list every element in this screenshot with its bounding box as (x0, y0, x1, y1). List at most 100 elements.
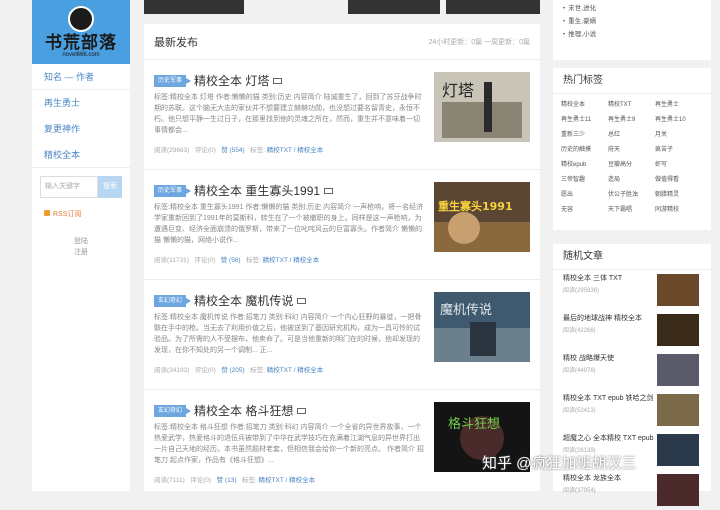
search-form: 输入关键字 搜索 (40, 176, 122, 198)
like-button[interactable]: 赞 (205) (221, 367, 244, 374)
random-post-title[interactable]: 精校全本 龙族全本 (563, 474, 659, 483)
random-post-title[interactable]: 精校全本 TXT epub 铁哈之剑 (563, 394, 659, 403)
post-title[interactable]: 精校全本 格斗狂想 (194, 402, 293, 419)
post-title[interactable]: 精校全本 灯塔 (194, 72, 269, 89)
tag-link[interactable]: 再生勇士11 (561, 113, 607, 128)
tag-link[interactable]: 总红 (608, 128, 654, 143)
random-post-thumbnail[interactable] (657, 314, 699, 346)
post-item: 历史军事 精校全本 灯塔 标签:精校全本 灯塔 作者:懒懒的猫 类别:历史 内容简… (144, 60, 540, 170)
like-button[interactable]: 赞 (56) (221, 257, 241, 264)
tag-link[interactable]: 天下霸唱 (608, 203, 654, 218)
image-icon (297, 407, 307, 414)
view-count: 阅读(34193) (154, 367, 190, 374)
random-post-thumbnail[interactable] (657, 354, 699, 386)
post-item: 历史军事 精校全本 重生寡头1991 标签:精校全本 重生寡头1991 作者:懒懒… (144, 170, 540, 280)
comment-count[interactable]: 评论(0) (195, 147, 216, 154)
post-title[interactable]: 精校全本 重生寡头1991 (194, 182, 320, 199)
random-post-thumbnail[interactable] (657, 394, 699, 426)
tag-link[interactable]: 同游精校 (655, 203, 701, 218)
random-post-thumbnail[interactable] (657, 274, 699, 306)
tag-link[interactable]: 愿出 (561, 188, 607, 203)
search-button[interactable]: 搜索 (98, 176, 122, 198)
watermark: 知乎 @疯狂加班胡汉三 (482, 455, 637, 472)
tag-link[interactable]: 伏公子胜浊 (608, 188, 654, 203)
post-item: 玄幻奇幻 精校全本 格斗狂想 标签:精校全本 格斗狂想 作者:招笔刀 类别:科幻 … (144, 390, 540, 500)
random-post-item[interactable]: 精校全本 TXT epub 铁哈之剑 阅读(52413) (553, 390, 711, 430)
post-excerpt: 标签:精校全本 魔机传说 作者:招笔刀 类别:科幻 内容简介 一个内心狂野的暴徒… (154, 314, 422, 354)
post-tags[interactable]: 精校TXT / 精校全本 (267, 147, 324, 154)
rss-icon (44, 210, 50, 216)
tag-link[interactable]: 府天 (608, 143, 654, 158)
image-icon (273, 77, 283, 84)
tag-link[interactable]: 虾写 (655, 158, 701, 173)
tag-link[interactable]: 精校全本 (561, 98, 607, 113)
random-post-thumbnail[interactable] (657, 474, 699, 506)
tag-link[interactable]: 造局 (608, 173, 654, 188)
image-icon (324, 187, 334, 194)
sidebar-item-author[interactable]: 知名 — 作者 (32, 64, 130, 90)
auth-links: 登陆 注册 (32, 236, 130, 258)
post-tags[interactable]: 精校TXT / 精校全本 (259, 477, 316, 484)
panel-title: 最新发布 (154, 36, 198, 49)
site-logo[interactable]: 书荒部落 novel666.com (32, 0, 130, 64)
sidebar-item-zaisheng[interactable]: 再生勇士 (32, 90, 130, 116)
post-item: 玄幻奇幻 精校全本 魔机传说 标签:精校全本 魔机传说 作者:招笔刀 类别:科幻 … (144, 280, 540, 390)
tag-link[interactable]: 再生勇士 (655, 98, 701, 113)
random-post-item[interactable]: 精校 战略爆天使 阅读(44976) (553, 350, 711, 390)
post-meta: 阅读(7111) 评论(0) 赞 (13) 标签: 精校TXT / 精校全本 (154, 474, 315, 484)
tag-link[interactable]: 月关 (655, 128, 701, 143)
category-badge[interactable]: 历史军事 (154, 184, 192, 197)
random-post-item[interactable]: 精校全本 三体 TXT 阅读(295936) (553, 270, 711, 310)
search-input[interactable]: 输入关键字 (40, 176, 98, 198)
view-count: 阅读(11731) (154, 257, 189, 264)
list-item[interactable]: 末世,进化 (553, 2, 711, 15)
login-link[interactable]: 登陆 (32, 236, 130, 247)
post-thumbnail[interactable]: 魔机传说 (434, 292, 530, 362)
list-item[interactable]: 重生,豪婿 (553, 15, 711, 28)
random-post-title[interactable]: 精校 战略爆天使 (563, 354, 659, 363)
tag-link[interactable]: 再生勇士10 (655, 113, 701, 128)
update-stats: 24小时更新：0篇 一周更新：0篇 (428, 38, 530, 46)
tag-link[interactable]: 重新三少 (561, 128, 607, 143)
tag-link[interactable]: 历史的触摸 (561, 143, 607, 158)
like-button[interactable]: 赞 (13) (217, 477, 237, 484)
tag-link[interactable]: 豆瓣高分 (608, 158, 654, 173)
comment-count[interactable]: 评论(0) (190, 477, 211, 484)
random-post-thumbnail[interactable] (657, 434, 699, 466)
register-link[interactable]: 注册 (32, 247, 130, 258)
post-tags[interactable]: 精校TXT / 精校全本 (267, 367, 324, 374)
sidebar-item-jingxiao[interactable]: 精校全本 (32, 142, 130, 168)
tag-link[interactable]: 再生勇士9 (608, 113, 654, 128)
like-button[interactable]: 赞 (554) (221, 147, 244, 154)
random-post-title[interactable]: 超魔之心 全本精校 TXT epub (563, 434, 659, 443)
tag-link[interactable]: 三帝智趣 (561, 173, 607, 188)
view-count: 阅读(7111) (154, 477, 185, 484)
hot-tags-panel: 热门标签 精校全本 精校TXT 再生勇士 再生勇士11 再生勇士9 再生勇士10 重新三少总… (553, 68, 711, 230)
post-thumbnail[interactable]: 重生寡头1991 (434, 182, 530, 252)
post-meta: 阅读(11731) 评论(0) 赞 (56) 标签: 精校TXT / 精校全本 (154, 254, 319, 264)
random-post-title[interactable]: 最后的地球战神 精校全本 (563, 314, 659, 323)
tag-link[interactable]: 精校TXT (608, 98, 654, 113)
logo-sub: novel666.com (62, 52, 100, 58)
tag-link[interactable]: 精校epub (561, 158, 607, 173)
rss-label: RSS订阅 (53, 211, 82, 218)
rss-link[interactable]: RSS订阅 (44, 208, 130, 222)
comment-count[interactable]: 评论(0) (194, 257, 215, 264)
sidebar-item-fugeng[interactable]: 复更神作 (32, 116, 130, 142)
list-item[interactable]: 推理,小说 (553, 28, 711, 41)
category-badge[interactable]: 玄幻奇幻 (154, 294, 192, 307)
post-thumbnail[interactable]: 灯塔 (434, 72, 530, 142)
comment-count[interactable]: 评论(0) (195, 367, 216, 374)
random-post-item[interactable]: 精校全本 龙族全本 阅读(37954) (553, 470, 711, 510)
tag-link[interactable]: 朝腊精灵 (655, 188, 701, 203)
post-title[interactable]: 精校全本 魔机传说 (194, 292, 293, 309)
tag-link[interactable]: 无容 (561, 203, 607, 218)
category-badge[interactable]: 历史军事 (154, 74, 192, 87)
tag-link[interactable]: 做值得看 (655, 173, 701, 188)
random-post-title[interactable]: 精校全本 三体 TXT (563, 274, 659, 283)
post-tags[interactable]: 精校TXT / 精校全本 (263, 257, 320, 264)
category-badge[interactable]: 玄幻奇幻 (154, 404, 192, 417)
random-post-item[interactable]: 最后的地球战神 精校全本 阅读(42268) (553, 310, 711, 350)
tag-link[interactable]: 疯苦子 (655, 143, 701, 158)
tag-cloud: 精校全本 精校TXT 再生勇士再生勇士11 再生勇士9 再生勇士10 重新三少 总红 月关历史… (553, 94, 711, 222)
